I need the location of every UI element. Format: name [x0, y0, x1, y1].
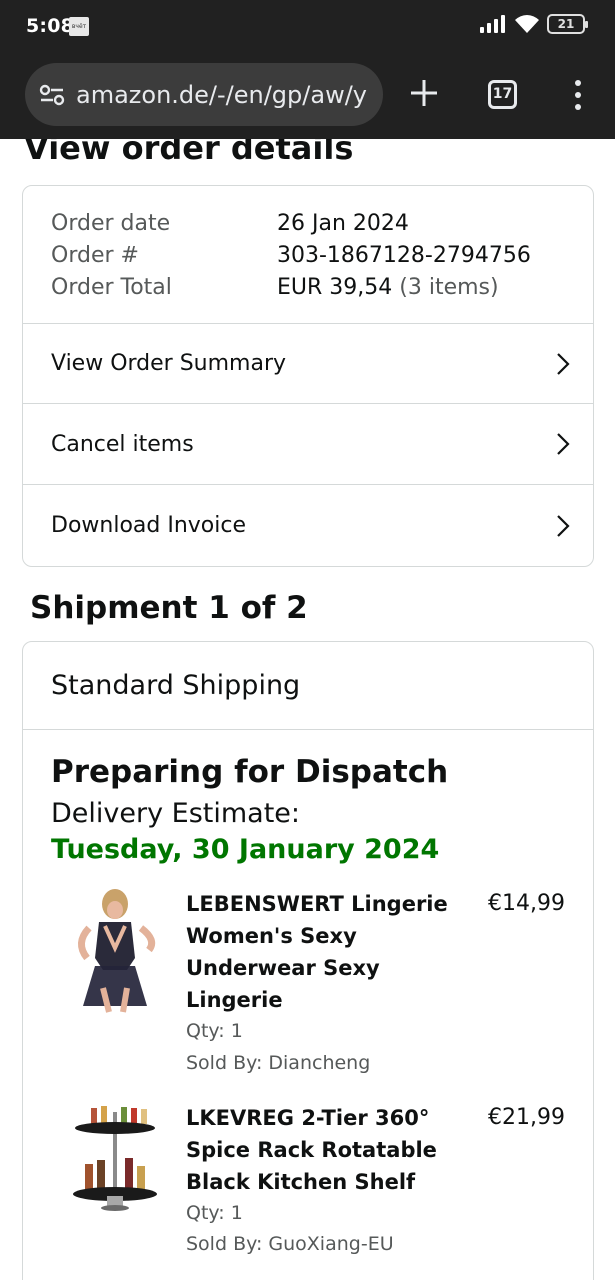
item-seller: Sold By: GuoXiang-EU	[186, 1233, 394, 1255]
site-settings-icon[interactable]	[38, 81, 66, 109]
item-price: €21,99	[488, 1105, 565, 1130]
delivery-estimate-date: Tuesday, 30 January 2024	[51, 834, 440, 865]
spice-rack-product-image[interactable]	[69, 1102, 161, 1228]
battery-icon: 21	[547, 14, 588, 34]
more-options-icon[interactable]	[567, 78, 589, 112]
chevron-right-icon	[557, 352, 570, 375]
order-total-row: Order Total EUR 39,54 (3 items)	[51, 272, 593, 304]
download-invoice-label: Download Invoice	[51, 513, 247, 538]
tab-switcher-button[interactable]: 17	[488, 80, 517, 109]
order-total-amount: EUR 39,54	[277, 275, 393, 300]
chevron-right-icon	[557, 433, 570, 455]
view-order-summary-link[interactable]: View Order Summary	[23, 324, 593, 404]
lingerie-product-image[interactable]	[69, 888, 161, 1014]
order-number-label: Order #	[51, 243, 139, 268]
url-bar[interactable]: amazon.de/-/en/gp/aw/y	[25, 63, 383, 126]
view-order-summary-label: View Order Summary	[51, 351, 287, 376]
download-invoice-link[interactable]: Download Invoice	[23, 485, 593, 566]
cancel-items-link[interactable]: Cancel items	[23, 404, 593, 485]
status-icons: 21	[479, 14, 588, 34]
shipment-status: Preparing for Dispatch	[51, 754, 449, 790]
order-total-label: Order Total	[51, 275, 172, 300]
delivery-estimate-label: Delivery Estimate:	[51, 798, 301, 829]
order-item[interactable]: LEBENSWERT Lingerie Women's Sexy Underwe…	[51, 888, 593, 1102]
url-text[interactable]: amazon.de/-/en/gp/aw/y	[76, 81, 367, 109]
item-price: €14,99	[488, 891, 565, 916]
item-title[interactable]: LEBENSWERT Lingerie Women's Sexy Underwe…	[186, 888, 456, 1016]
chevron-right-icon	[557, 514, 570, 537]
order-number-value: 303-1867128-2794756	[277, 243, 531, 268]
order-total-value: EUR 39,54 (3 items)	[277, 272, 499, 304]
order-number-row: Order # 303-1867128-2794756	[51, 240, 593, 272]
status-time: 5:08	[26, 15, 75, 37]
shipment-title: Shipment 1 of 2	[30, 590, 308, 626]
order-date-value: 26 Jan 2024	[277, 211, 409, 236]
item-quantity: Qty: 1	[186, 1202, 243, 1224]
shipment-card: Standard Shipping Preparing for Dispatch…	[22, 641, 594, 1280]
order-item-count: (3 items)	[399, 275, 499, 300]
shipping-method: Standard Shipping	[23, 642, 593, 730]
order-date-row: Order date 26 Jan 2024	[51, 208, 593, 240]
order-item[interactable]: LKEVREG 2-Tier 360° Spice Rack Rotatable…	[51, 1102, 593, 1280]
item-title[interactable]: LKEVREG 2-Tier 360° Spice Rack Rotatable…	[186, 1102, 456, 1198]
item-seller: Sold By: Diancheng	[186, 1052, 371, 1074]
cancel-items-label: Cancel items	[51, 431, 194, 457]
shipment-body: Preparing for Dispatch Delivery Estimate…	[23, 730, 593, 1280]
order-date-label: Order date	[51, 211, 171, 236]
browser-chrome: 5:08 вчёт 21 amazon.de/-/en/gp/aw/y 17	[0, 0, 615, 139]
wifi-icon	[515, 15, 539, 33]
notification-icon: вчёт	[69, 17, 89, 36]
signal-icon	[480, 15, 505, 33]
order-info-card: Order date 26 Jan 2024 Order # 303-18671…	[22, 185, 594, 567]
new-tab-icon[interactable]	[407, 76, 441, 110]
item-quantity: Qty: 1	[186, 1020, 243, 1042]
order-info: Order date 26 Jan 2024 Order # 303-18671…	[23, 186, 593, 324]
